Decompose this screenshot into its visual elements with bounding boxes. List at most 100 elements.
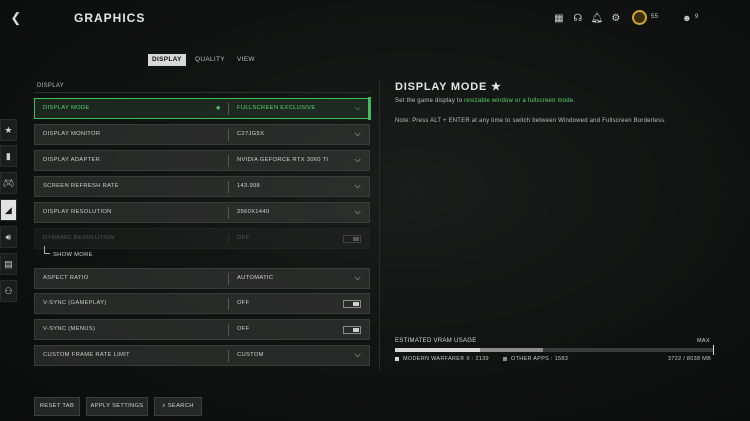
legend-swatch-other [503, 357, 507, 361]
vram-title: ESTIMATED VRAM USAGE [395, 338, 477, 344]
divider [228, 298, 229, 310]
search-label: SEARCH [167, 403, 194, 409]
setting-label: DISPLAY ADAPTER [43, 157, 101, 163]
rail-account[interactable]: ⚇ [0, 280, 17, 302]
page-title: GRAPHICS [74, 11, 146, 25]
graphics-icon: ◢ [4, 205, 13, 215]
setting-label: ASPECT RATIO [43, 275, 89, 281]
headset-icon[interactable]: ☊ [571, 12, 585, 26]
panel-divider [379, 80, 380, 370]
detail-description: Set the game display to resizable window… [395, 98, 575, 104]
detail-title-text: DISPLAY MODE [395, 81, 488, 93]
cod-points-icon [632, 10, 647, 25]
setting-display-monitor[interactable]: DISPLAY MONITOR C27JG5X ⌵ [34, 124, 370, 145]
apply-settings-button[interactable]: APPLY SETTINGS [86, 397, 148, 416]
divider [228, 324, 229, 336]
setting-value: OFF [237, 326, 250, 332]
vram-max-label: MAX [697, 338, 710, 344]
legend-swatch-mw [395, 357, 399, 361]
detail-title: DISPLAY MODE ★ [395, 80, 502, 93]
vram-usage-bar [395, 348, 714, 352]
friends-icon[interactable]: ☻ [681, 12, 693, 24]
setting-aspect-ratio[interactable]: ASPECT RATIO AUTOMATIC ⌵ [34, 268, 370, 289]
toggle-switch [343, 235, 361, 243]
divider [228, 103, 229, 115]
chevron-down-icon: ⌵ [354, 155, 361, 164]
setting-value: AUTOMATIC [237, 275, 274, 281]
cod-points-value: 55 [651, 14, 659, 20]
toggle-switch[interactable] [343, 300, 361, 308]
setting-custom-frame-rate-limit[interactable]: CUSTOM FRAME RATE LIMIT CUSTOM ⌵ [34, 345, 370, 366]
setting-value: 2560X1440 [237, 209, 270, 215]
vram-fill-other-apps [480, 348, 543, 352]
setting-label: V-SYNC (GAMEPLAY) [43, 300, 107, 306]
chevron-down-icon: ⌵ [354, 273, 361, 282]
vram-fill-modern-warfare [395, 348, 480, 352]
setting-display-mode[interactable]: DISPLAY MODE ★ FULLSCREEN EXCLUSIVE ⌵ [34, 98, 370, 119]
divider [228, 273, 229, 285]
gear-icon[interactable]: ⚙ [609, 12, 623, 26]
setting-label: DISPLAY MODE [43, 105, 90, 111]
controller-icon: ▮ [5, 151, 12, 161]
search-icon: ⌕ [162, 403, 166, 409]
tab-view[interactable]: VIEW [233, 54, 259, 66]
account-icon: ⚇ [4, 286, 13, 296]
rail-interface[interactable]: ▤ [0, 253, 17, 275]
grid-icon[interactable]: ▦ [552, 12, 566, 26]
rail-audio[interactable]: 🔊︎ [0, 226, 17, 248]
back-button[interactable]: ❮ [8, 10, 24, 26]
setting-label: V-SYNC (MENUS) [43, 326, 96, 332]
description-text: Set the game display to [395, 98, 465, 104]
setting-label: CUSTOM FRAME RATE LIMIT [43, 352, 130, 358]
setting-label: SCREEN REFRESH RATE [43, 183, 119, 189]
tab-quality[interactable]: QUALITY [191, 54, 229, 66]
legend-other-apps: OTHER APPS : 1583 [511, 356, 569, 362]
section-header: DISPLAY [34, 81, 370, 93]
setting-value: CUSTOM [237, 352, 264, 358]
setting-vsync-gameplay[interactable]: V-SYNC (GAMEPLAY) OFF [34, 293, 370, 314]
interface-icon: ▤ [4, 259, 13, 269]
setting-display-adapter[interactable]: DISPLAY ADAPTER NVIDIA GEFORCE RTX 3060 … [34, 150, 370, 171]
rail-controller[interactable]: ▮ [0, 145, 17, 167]
chevron-left-icon: ❮ [10, 10, 22, 25]
setting-screen-refresh-rate[interactable]: SCREEN REFRESH RATE 143.998 ⌵ [34, 176, 370, 197]
reset-tab-button[interactable]: RESET TAB [34, 397, 80, 416]
setting-value: OFF [237, 235, 250, 241]
setting-value: 143.998 [237, 183, 261, 189]
setting-dynamic-resolution: DYNAMIC RESOLUTION OFF [34, 228, 370, 249]
description-highlight: resizable window or a fullscreen mode. [464, 98, 576, 104]
rail-favorites[interactable]: ★ [0, 119, 17, 141]
setting-vsync-menus[interactable]: V-SYNC (MENUS) OFF [34, 319, 370, 340]
favorite-star-icon: ★ [490, 81, 502, 93]
tab-display[interactable]: DISPLAY [148, 54, 186, 66]
search-button[interactable]: ⌕ SEARCH [154, 397, 202, 416]
setting-value: OFF [237, 300, 250, 306]
active-indicator [368, 97, 371, 120]
toggle-switch[interactable] [343, 326, 361, 334]
setting-label: DYNAMIC RESOLUTION [43, 235, 115, 241]
chevron-down-icon: ⌵ [354, 103, 361, 112]
divider [228, 207, 229, 219]
setting-display-resolution[interactable]: DISPLAY RESOLUTION 2560X1440 ⌵ [34, 202, 370, 223]
rail-graphics[interactable]: ◢ [0, 199, 17, 221]
chevron-down-icon: ⌵ [354, 207, 361, 216]
friends-count: 9 [695, 14, 699, 20]
setting-label: DISPLAY RESOLUTION [43, 209, 112, 215]
chevron-down-icon: ⌵ [354, 350, 361, 359]
vram-max-marker [713, 345, 714, 355]
detail-note: Note: Press ALT + ENTER at any time to s… [395, 118, 667, 124]
star-icon: ★ [4, 125, 13, 135]
bell-icon[interactable]: 🔔︎ [590, 12, 604, 26]
divider [228, 155, 229, 167]
divider [228, 233, 229, 245]
vram-total: 3722 / 8038 MB [668, 356, 712, 362]
show-more-link[interactable]: SHOW MORE [53, 252, 93, 258]
favorite-star-icon[interactable]: ★ [215, 104, 222, 112]
rail-gamepad[interactable]: 🎮︎ [0, 172, 17, 194]
divider [228, 129, 229, 141]
speaker-icon: 🔊︎ [5, 232, 12, 242]
tree-connector [44, 246, 50, 254]
divider [228, 181, 229, 193]
setting-value: FULLSCREEN EXCLUSIVE [237, 105, 316, 111]
setting-value: C27JG5X [237, 131, 265, 137]
